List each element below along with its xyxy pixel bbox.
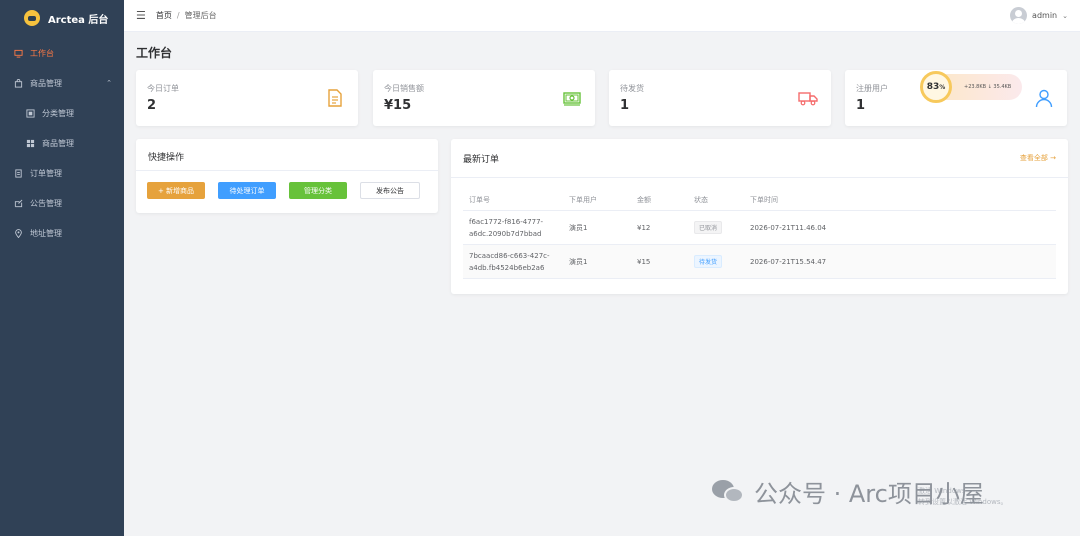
sidebar-item-label: 地址管理 (30, 228, 62, 238)
sidebar-item-label: 分类管理 (42, 108, 74, 118)
sidebar-item-addresses[interactable]: 地址管理 (0, 218, 124, 248)
order-id: 7bcaacd86-c663-427c- a4db.fb4524b6eb2a6 (463, 250, 569, 274)
bag-icon (14, 78, 23, 88)
breadcrumb-separator: / (176, 11, 180, 20)
stat-value: 1 (856, 98, 866, 113)
card-header: 快捷操作 (136, 139, 438, 171)
sidebar-item-label: 商品管理 (42, 138, 74, 148)
sidebar-item-orders[interactable]: 订单管理 (0, 158, 124, 188)
truck-icon (798, 92, 818, 106)
sidebar-item-dashboard[interactable]: 工作台 (0, 38, 124, 68)
sidebar-item-label: 订单管理 (30, 168, 62, 178)
sidebar-item-products[interactable]: 商品管理 ⌃ (0, 68, 124, 98)
order-id: f6ac1772-f816-4777- a6dc.2090b7d7bbad (463, 216, 569, 240)
table-row[interactable]: f6ac1772-f816-4777- a6dc.2090b7d7bbad 演员… (463, 211, 1056, 245)
card-title: 快捷操作 (148, 153, 185, 163)
network-speed-widget[interactable]: 83% +23.8KB ↓ 35.4KB (920, 71, 1022, 103)
chevron-down-icon[interactable]: ⌄ (1062, 12, 1068, 20)
speed-percent-value: 83 (926, 82, 940, 92)
view-all-link[interactable]: 查看全部 → (1020, 153, 1056, 163)
order-amount: ¥12 (637, 223, 651, 232)
order-id-line: 7bcaacd86-c663-427c- (469, 251, 550, 260)
grid-icon (26, 139, 35, 148)
order-status: 已取消 (694, 221, 750, 234)
column-header: 订单号 (469, 195, 490, 204)
sidebar-item-product-list[interactable]: 商品管理 (0, 128, 124, 158)
speed-percent-unit: % (939, 83, 946, 91)
stat-value: ¥15 (384, 98, 412, 113)
order-user: 演员1 (569, 257, 588, 266)
stat-card-pending-shipment: 待发货 1 (609, 70, 831, 126)
stat-label: 注册用户 (856, 84, 888, 93)
order-id-line: a6dc.2090b7d7bbad (469, 229, 542, 238)
monitor-icon (14, 49, 23, 58)
order-status: 待发货 (694, 255, 750, 268)
orders-table: 订单号 下单用户 金额 状态 下单时间 f6ac1772-f816-4777- … (463, 189, 1056, 279)
breadcrumb-home[interactable]: 首页 (156, 10, 172, 21)
sidebar-nav: 工作台 商品管理 ⌃ 分类管理 商品管理 订单管理 公告管理 地址管理 (0, 38, 124, 248)
chevron-up-icon: ⌃ (106, 79, 112, 87)
document-icon (328, 89, 342, 107)
table-header: 订单号 下单用户 金额 状态 下单时间 (463, 189, 1056, 211)
category-icon (26, 108, 35, 118)
quick-actions-card: 快捷操作 + 新增商品 待处理订单 管理分类 发布公告 (136, 139, 438, 213)
top-header: ☰ 首页 / 管理后台 admin ⌄ (124, 0, 1080, 32)
stat-label: 今日订单 (147, 84, 179, 93)
card-title: 最新订单 (463, 154, 500, 165)
user-menu[interactable]: admin ⌄ (1010, 7, 1068, 24)
column-header: 金额 (637, 195, 651, 204)
watermark-text: 公众号 · Arc项目小屋 (754, 480, 984, 508)
user-name[interactable]: admin (1032, 11, 1057, 20)
speed-percent: 83% (920, 71, 952, 103)
quick-buttons: + 新增商品 待处理订单 管理分类 发布公告 (136, 171, 438, 210)
order-amount: ¥15 (637, 257, 651, 266)
location-icon (14, 228, 23, 238)
notice-icon (14, 199, 23, 208)
pending-orders-button[interactable]: 待处理订单 (218, 182, 276, 199)
stat-card-today-orders: 今日订单 2 (136, 70, 358, 126)
sidebar-item-categories[interactable]: 分类管理 (0, 98, 124, 128)
order-time: 2026-07-21T11.46.04 (750, 223, 827, 232)
order-icon (14, 168, 23, 178)
add-product-button[interactable]: + 新增商品 (147, 182, 205, 199)
sidebar-item-label: 工作台 (30, 48, 54, 58)
column-header: 下单时间 (750, 195, 778, 204)
order-id-line: f6ac1772-f816-4777- (469, 217, 544, 226)
status-badge: 待发货 (694, 255, 723, 268)
user-icon (1035, 89, 1053, 108)
stat-label: 待发货 (620, 84, 644, 93)
stat-value: 2 (147, 98, 157, 113)
manage-categories-button[interactable]: 管理分类 (289, 182, 347, 199)
column-header: 状态 (694, 195, 708, 204)
avatar[interactable] (1010, 7, 1028, 24)
menu-toggle-icon[interactable]: ☰ (136, 9, 146, 22)
page-title: 工作台 (136, 46, 173, 60)
wechat-icon (712, 478, 746, 506)
breadcrumb-current: 管理后台 (184, 11, 217, 20)
column-header: 下单用户 (569, 195, 597, 204)
order-time: 2026-07-21T15.54.47 (750, 257, 827, 266)
sidebar: Arctea 后台 工作台 商品管理 ⌃ 分类管理 商品管理 订单管理 公告管理… (0, 0, 124, 536)
publish-notice-button[interactable]: 发布公告 (360, 182, 420, 199)
money-icon (563, 92, 581, 106)
logo-icon (24, 10, 40, 26)
latest-orders-card: 最新订单 查看全部 → 订单号 下单用户 金额 状态 下单时间 f6ac1772… (451, 139, 1068, 294)
order-id-line: a4db.fb4524b6eb2a6 (469, 263, 545, 272)
sidebar-item-notices[interactable]: 公告管理 (0, 188, 124, 218)
table-row[interactable]: 7bcaacd86-c663-427c- a4db.fb4524b6eb2a6 … (463, 245, 1056, 279)
sidebar-item-label: 公告管理 (30, 198, 62, 208)
sidebar-item-label: 商品管理 (30, 78, 62, 88)
status-badge: 已取消 (694, 221, 723, 234)
stat-value: 1 (620, 98, 630, 113)
watermark: 公众号 · Arc项目小屋 (712, 474, 984, 509)
speed-text: +23.8KB ↓ 35.4KB (964, 84, 1012, 90)
brand-title: Arctea 后台 (48, 14, 109, 26)
card-header: 最新订单 查看全部 → (451, 139, 1068, 178)
stat-card-today-sales: 今日销售额 ¥15 (373, 70, 595, 126)
order-user: 演员1 (569, 223, 588, 232)
stat-label: 今日销售额 (384, 84, 424, 93)
brand[interactable]: Arctea 后台 (0, 0, 124, 36)
